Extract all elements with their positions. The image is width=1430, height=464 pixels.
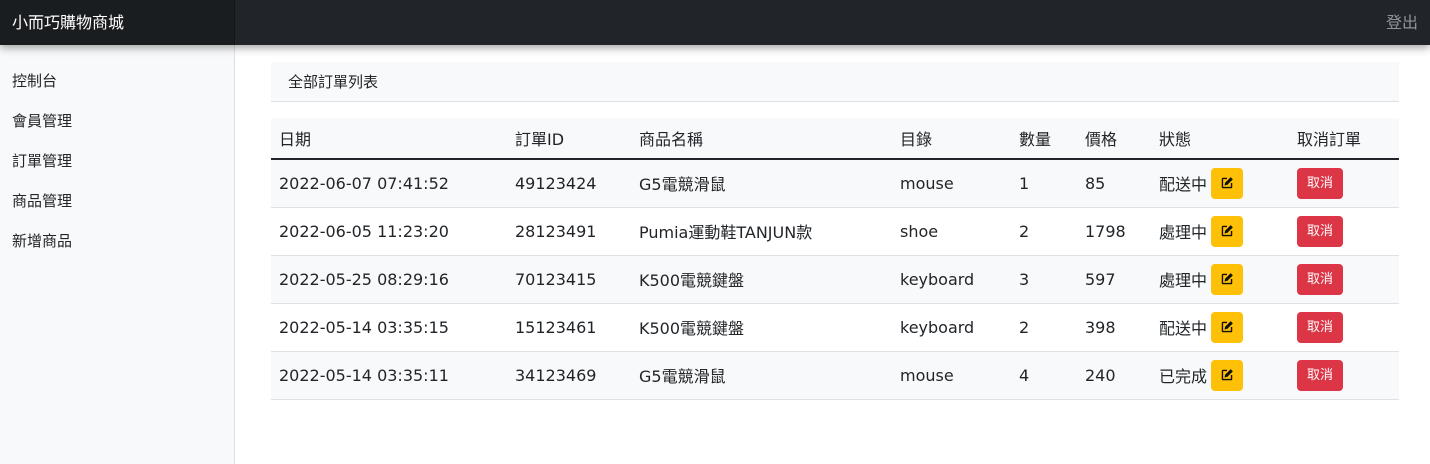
status-group: 配送中 xyxy=(1159,167,1244,199)
brand-title[interactable]: 小而巧購物商城 xyxy=(0,0,235,45)
cell-product-name: K500電競鍵盤 xyxy=(631,255,892,304)
cell-product-name: G5電競滑鼠 xyxy=(631,351,892,400)
cell-price: 1798 xyxy=(1077,207,1151,256)
edit-status-button[interactable] xyxy=(1211,311,1244,343)
cell-order-id: 28123491 xyxy=(507,207,631,256)
cell-product-name: G5電競滑鼠 xyxy=(631,159,892,208)
cell-status: 處理中 xyxy=(1151,255,1289,304)
header-quantity: 數量 xyxy=(1011,118,1077,160)
pencil-square-icon xyxy=(1221,321,1233,333)
header-status: 狀態 xyxy=(1151,118,1289,160)
cell-status: 配送中 xyxy=(1151,159,1289,208)
cell-date: 2022-05-14 03:35:11 xyxy=(271,351,507,400)
pencil-square-icon xyxy=(1221,177,1233,189)
cell-quantity: 2 xyxy=(1011,207,1077,256)
cancel-order-button[interactable]: 取消 xyxy=(1297,263,1343,295)
table-row: 2022-05-14 03:35:15 15123461 K500電競鍵盤 ke… xyxy=(271,303,1399,352)
status-text: 處理中 xyxy=(1159,223,1208,242)
cell-cancel: 取消 xyxy=(1289,255,1399,304)
cell-order-id: 15123461 xyxy=(507,303,631,352)
cell-status: 配送中 xyxy=(1151,303,1289,352)
table-row: 2022-05-14 03:35:11 34123469 G5電競滑鼠 mous… xyxy=(271,351,1399,400)
cell-product-name: K500電競鍵盤 xyxy=(631,303,892,352)
table-row: 2022-06-07 07:41:52 49123424 G5電競滑鼠 mous… xyxy=(271,159,1399,208)
cell-category: keyboard xyxy=(892,303,1011,352)
logout-link[interactable]: 登出 xyxy=(1386,0,1418,45)
cell-cancel: 取消 xyxy=(1289,351,1399,400)
header-date: 日期 xyxy=(271,118,507,160)
sidebar-menu: 控制台 會員管理 訂單管理 商品管理 新增商品 xyxy=(0,45,234,261)
cell-price: 398 xyxy=(1077,303,1151,352)
cancel-order-button[interactable]: 取消 xyxy=(1297,311,1343,343)
cancel-order-button[interactable]: 取消 xyxy=(1297,167,1343,199)
main-content: 全部訂單列表 日期 訂單ID 商品名稱 目錄 數量 價格 狀態 取消訂單 202… xyxy=(271,45,1399,400)
sidebar-item-products[interactable]: 商品管理 xyxy=(0,181,234,221)
top-navbar: 小而巧購物商城 登出 xyxy=(0,0,1430,45)
status-text: 已完成 xyxy=(1159,367,1208,386)
cell-date: 2022-05-14 03:35:15 xyxy=(271,303,507,352)
table-header-row: 日期 訂單ID 商品名稱 目錄 數量 價格 狀態 取消訂單 xyxy=(271,118,1399,160)
orders-table: 日期 訂單ID 商品名稱 目錄 數量 價格 狀態 取消訂單 2022-06-07… xyxy=(271,118,1399,400)
cell-price: 597 xyxy=(1077,255,1151,304)
edit-status-button[interactable] xyxy=(1211,215,1244,247)
cell-date: 2022-06-05 11:23:20 xyxy=(271,207,507,256)
cell-quantity: 4 xyxy=(1011,351,1077,400)
cell-date: 2022-06-07 07:41:52 xyxy=(271,159,507,208)
cell-price: 85 xyxy=(1077,159,1151,208)
cell-product-name: Pumia運動鞋TANJUN款 xyxy=(631,207,892,256)
sidebar-item-dashboard[interactable]: 控制台 xyxy=(0,61,234,101)
cell-order-id: 70123415 xyxy=(507,255,631,304)
status-group: 處理中 xyxy=(1159,263,1244,295)
sidebar-item-add-product[interactable]: 新增商品 xyxy=(0,221,234,261)
cell-quantity: 2 xyxy=(1011,303,1077,352)
pencil-square-icon xyxy=(1221,273,1233,285)
cancel-order-button[interactable]: 取消 xyxy=(1297,359,1343,391)
cell-category: mouse xyxy=(892,159,1011,208)
header-category: 目錄 xyxy=(892,118,1011,160)
edit-status-button[interactable] xyxy=(1211,167,1244,199)
header-product-name: 商品名稱 xyxy=(631,118,892,160)
sidebar-item-members[interactable]: 會員管理 xyxy=(0,101,234,141)
cancel-order-button[interactable]: 取消 xyxy=(1297,215,1343,247)
page-title: 全部訂單列表 xyxy=(271,62,1399,102)
cell-order-id: 49123424 xyxy=(507,159,631,208)
sidebar-item-orders[interactable]: 訂單管理 xyxy=(0,141,234,181)
cell-category: shoe xyxy=(892,207,1011,256)
table-row: 2022-05-25 08:29:16 70123415 K500電競鍵盤 ke… xyxy=(271,255,1399,304)
status-group: 配送中 xyxy=(1159,311,1244,343)
header-cancel-order: 取消訂單 xyxy=(1289,118,1399,160)
edit-status-button[interactable] xyxy=(1211,263,1244,295)
cell-price: 240 xyxy=(1077,351,1151,400)
cell-cancel: 取消 xyxy=(1289,207,1399,256)
status-group: 已完成 xyxy=(1159,359,1244,391)
status-group: 處理中 xyxy=(1159,215,1244,247)
cell-category: mouse xyxy=(892,351,1011,400)
cell-cancel: 取消 xyxy=(1289,159,1399,208)
pencil-square-icon xyxy=(1221,225,1233,237)
cell-cancel: 取消 xyxy=(1289,303,1399,352)
status-text: 配送中 xyxy=(1159,319,1208,338)
status-text: 配送中 xyxy=(1159,175,1208,195)
cell-category: keyboard xyxy=(892,255,1011,304)
header-price: 價格 xyxy=(1077,118,1151,160)
cell-status: 已完成 xyxy=(1151,351,1289,400)
cell-date: 2022-05-25 08:29:16 xyxy=(271,255,507,304)
cell-quantity: 1 xyxy=(1011,159,1077,208)
header-order-id: 訂單ID xyxy=(507,118,631,160)
table-row: 2022-06-05 11:23:20 28123491 Pumia運動鞋TAN… xyxy=(271,207,1399,256)
status-text: 處理中 xyxy=(1159,271,1208,290)
sidebar: 控制台 會員管理 訂單管理 商品管理 新增商品 xyxy=(0,45,235,464)
cell-order-id: 34123469 xyxy=(507,351,631,400)
edit-status-button[interactable] xyxy=(1211,359,1244,391)
pencil-square-icon xyxy=(1221,369,1233,381)
cell-status: 處理中 xyxy=(1151,207,1289,256)
cell-quantity: 3 xyxy=(1011,255,1077,304)
